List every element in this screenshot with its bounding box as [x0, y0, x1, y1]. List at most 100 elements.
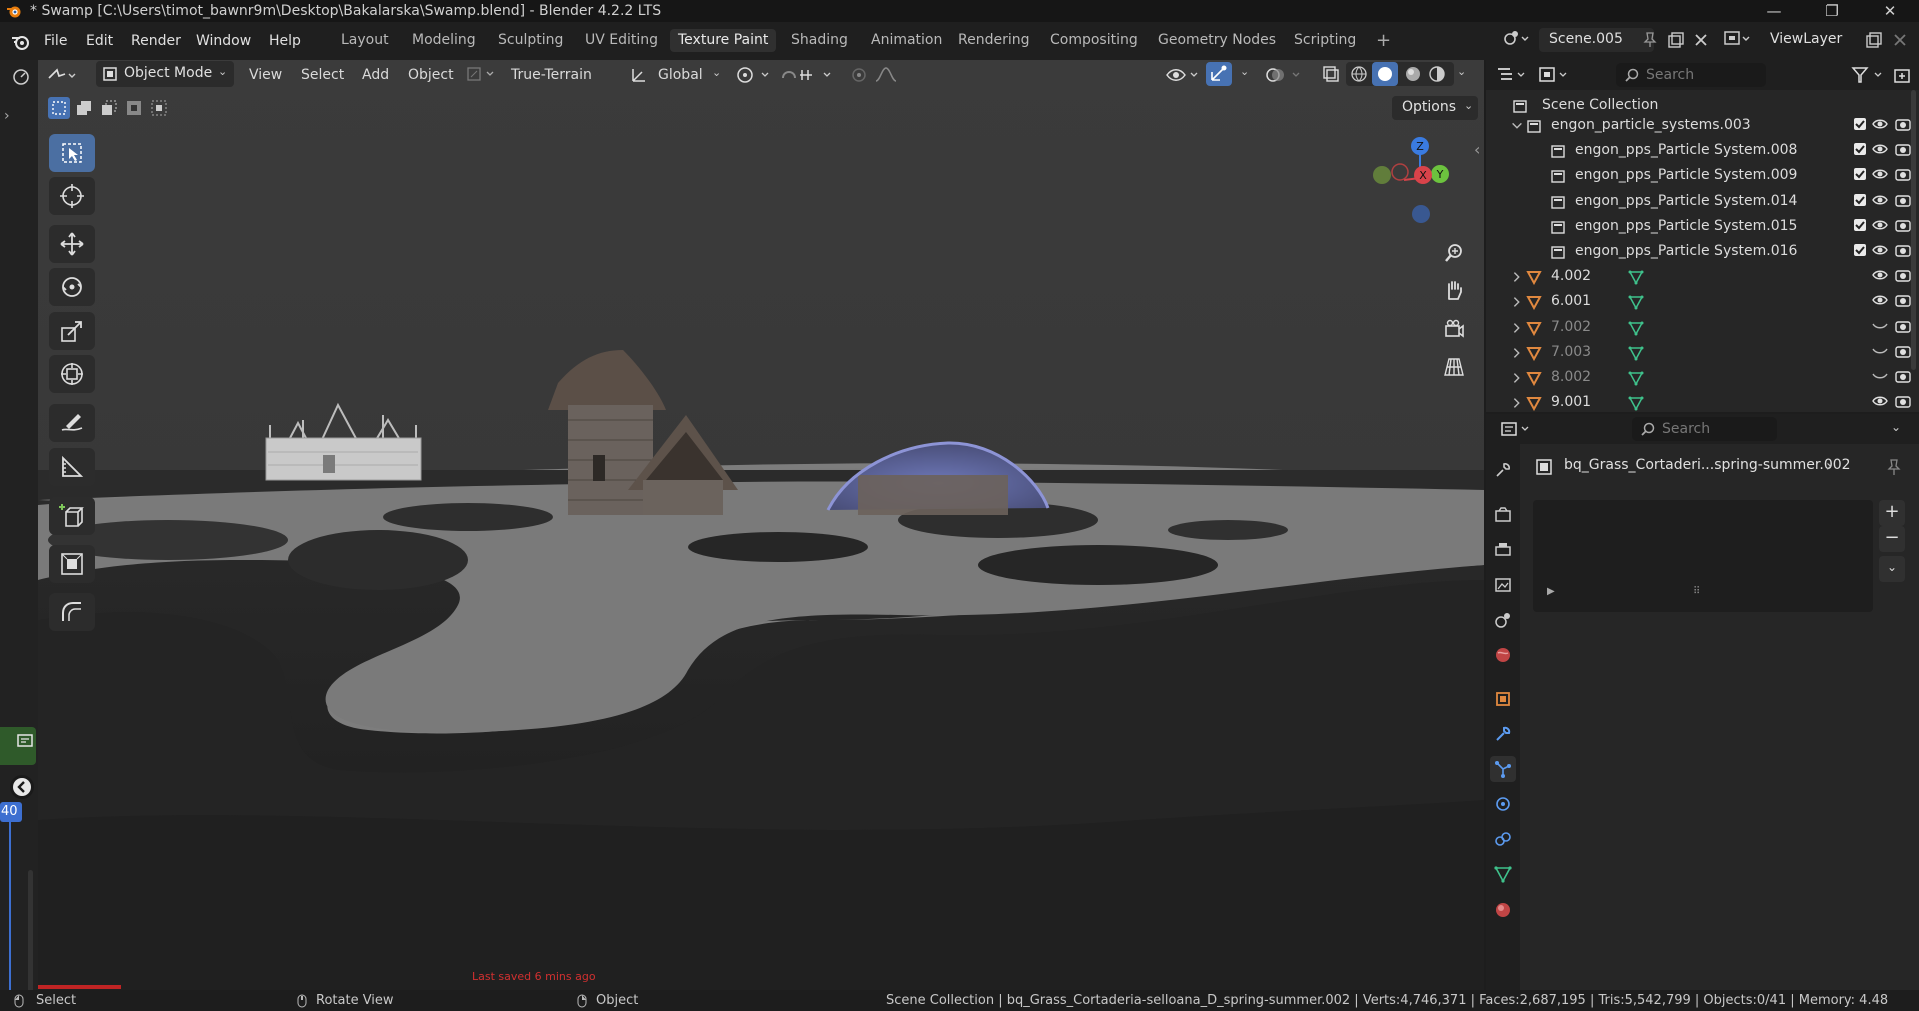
- outliner-object-row[interactable]: 6.001: [1486, 289, 1919, 314]
- camera-render-icon[interactable]: [1895, 319, 1911, 333]
- expand-arrow-icon[interactable]: ›: [4, 108, 10, 124]
- tab-modeling[interactable]: Modeling: [404, 29, 484, 52]
- tab-animation[interactable]: Animation: [863, 29, 950, 52]
- chevron-right-icon[interactable]: ›: [1826, 456, 1832, 475]
- outliner-collection-row[interactable]: engon_pps_Particle System.016: [1486, 239, 1919, 264]
- camera-render-icon[interactable]: [1895, 243, 1911, 257]
- pin-icon[interactable]: [1643, 32, 1657, 48]
- exclude-checkbox-icon[interactable]: [1853, 167, 1867, 181]
- chevron-down-icon[interactable]: [1510, 119, 1524, 133]
- select-invert-icon[interactable]: [123, 97, 145, 119]
- zoom-button[interactable]: [1437, 236, 1471, 270]
- tab-scripting[interactable]: Scripting: [1286, 29, 1364, 52]
- outliner-collection-row[interactable]: engon_pps_Particle System.015: [1486, 214, 1919, 239]
- menu-file[interactable]: File: [44, 33, 67, 49]
- camera-render-icon[interactable]: [1895, 142, 1911, 156]
- camera-render-icon[interactable]: [1895, 193, 1911, 207]
- tab-physics[interactable]: [1490, 791, 1516, 817]
- tab-particles[interactable]: [1490, 756, 1516, 782]
- tab-texture-paint[interactable]: Texture Paint: [670, 29, 777, 52]
- mesh-data-icon[interactable]: [1628, 320, 1644, 336]
- mesh-data-icon[interactable]: [1628, 269, 1644, 285]
- close-window-button[interactable]: ✕: [1861, 0, 1919, 22]
- outliner-object-row[interactable]: 8.002: [1486, 365, 1919, 390]
- perspective-toggle-button[interactable]: [1437, 350, 1471, 384]
- active-object-dropdown[interactable]: [464, 62, 500, 86]
- view-layer-field[interactable]: ViewLayer: [1760, 28, 1860, 52]
- camera-render-icon[interactable]: [1895, 369, 1911, 383]
- material-shading-icon[interactable]: [1404, 65, 1422, 83]
- solid-shading-button[interactable]: [1372, 62, 1398, 86]
- mesh-data-icon[interactable]: [1628, 345, 1644, 361]
- camera-view-button[interactable]: [1437, 312, 1471, 346]
- eye-icon[interactable]: [1872, 193, 1888, 207]
- tab-shading[interactable]: Shading: [783, 29, 856, 52]
- tab-material[interactable]: [1490, 897, 1516, 923]
- rendered-shading-icon[interactable]: [1428, 65, 1446, 83]
- tab-world[interactable]: [1490, 642, 1516, 668]
- tab-layout[interactable]: Layout: [333, 29, 397, 52]
- camera-render-icon[interactable]: [1895, 344, 1911, 358]
- eye-icon[interactable]: [1872, 268, 1888, 282]
- editor-type-icon[interactable]: [12, 68, 30, 86]
- move-tool[interactable]: [49, 225, 95, 263]
- exclude-checkbox-icon[interactable]: [1853, 117, 1867, 131]
- outliner-object-row[interactable]: 7.003: [1486, 340, 1919, 365]
- material-slot-list[interactable]: ▶ ⠿: [1533, 500, 1873, 612]
- orientation-label[interactable]: Global: [658, 64, 703, 86]
- menu-select[interactable]: Select: [301, 64, 344, 86]
- sidebar-toggle-icon[interactable]: ‹: [1474, 140, 1480, 159]
- view-layer-browse-icon[interactable]: [1722, 28, 1754, 52]
- tab-rendering[interactable]: Rendering: [950, 29, 1038, 52]
- mode-dropdown[interactable]: Object Mode ⌄: [96, 61, 234, 87]
- display-mode-icon[interactable]: [1538, 66, 1572, 84]
- outliner-collection-row[interactable]: engon_pps_Particle System.014: [1486, 189, 1919, 214]
- exclude-checkbox-icon[interactable]: [1853, 243, 1867, 257]
- scene-name-field[interactable]: Scene.005: [1539, 28, 1654, 52]
- tab-data[interactable]: [1490, 861, 1516, 887]
- camera-render-icon[interactable]: [1895, 293, 1911, 307]
- outliner-object-row[interactable]: 9.001: [1486, 390, 1919, 415]
- outliner-editor-icon[interactable]: [1496, 66, 1530, 84]
- timeline-editor-button[interactable]: [0, 727, 36, 765]
- tab-render[interactable]: [1490, 502, 1516, 528]
- select-subtract-icon[interactable]: [98, 97, 120, 119]
- cursor-tool[interactable]: [49, 177, 95, 215]
- tab-sculpting[interactable]: Sculpting: [490, 29, 571, 52]
- select-box-tool[interactable]: [49, 134, 95, 172]
- menu-object[interactable]: Object: [408, 64, 454, 86]
- eye-icon[interactable]: [1872, 293, 1888, 307]
- tab-view-layer[interactable]: [1490, 572, 1516, 598]
- menu-window[interactable]: Window: [196, 33, 251, 49]
- menu-render[interactable]: Render: [131, 33, 181, 49]
- chevron-down-icon[interactable]: ⌄: [1891, 420, 1901, 434]
- new-view-layer-icon[interactable]: [1866, 32, 1882, 48]
- properties-editor-icon[interactable]: [1500, 420, 1534, 438]
- maximize-button[interactable]: ❐: [1803, 0, 1861, 22]
- select-intersect-icon[interactable]: [148, 97, 170, 119]
- eye-icon[interactable]: [1872, 394, 1888, 408]
- scale-tool[interactable]: [49, 312, 95, 350]
- camera-render-icon[interactable]: [1895, 268, 1911, 282]
- eye-icon[interactable]: [1872, 218, 1888, 232]
- remove-slot-button[interactable]: −: [1879, 526, 1905, 552]
- eye-closed-icon[interactable]: [1872, 369, 1888, 383]
- menu-add[interactable]: Add: [362, 64, 389, 86]
- properties-search-input[interactable]: Search: [1632, 417, 1777, 441]
- eye-icon[interactable]: [1872, 243, 1888, 257]
- tab-uv-editing[interactable]: UV Editing: [577, 29, 666, 52]
- blender-menu-icon[interactable]: [11, 34, 29, 50]
- exclude-checkbox-icon[interactable]: [1853, 218, 1867, 232]
- add-workspace-icon[interactable]: +: [1368, 29, 1399, 52]
- eye-icon[interactable]: [1872, 142, 1888, 156]
- chevron-right-icon[interactable]: [1510, 295, 1524, 309]
- rotate-tool[interactable]: [49, 268, 95, 306]
- menu-view[interactable]: View: [249, 64, 282, 86]
- delete-view-layer-icon[interactable]: [1893, 33, 1907, 47]
- tab-tool[interactable]: [1490, 457, 1516, 483]
- snap-icon[interactable]: [780, 64, 838, 86]
- select-extend-icon[interactable]: [73, 97, 95, 119]
- new-scene-icon[interactable]: [1668, 32, 1684, 48]
- chevron-right-icon[interactable]: [1510, 270, 1524, 284]
- chevron-down-icon[interactable]: ⌄: [1457, 65, 1466, 78]
